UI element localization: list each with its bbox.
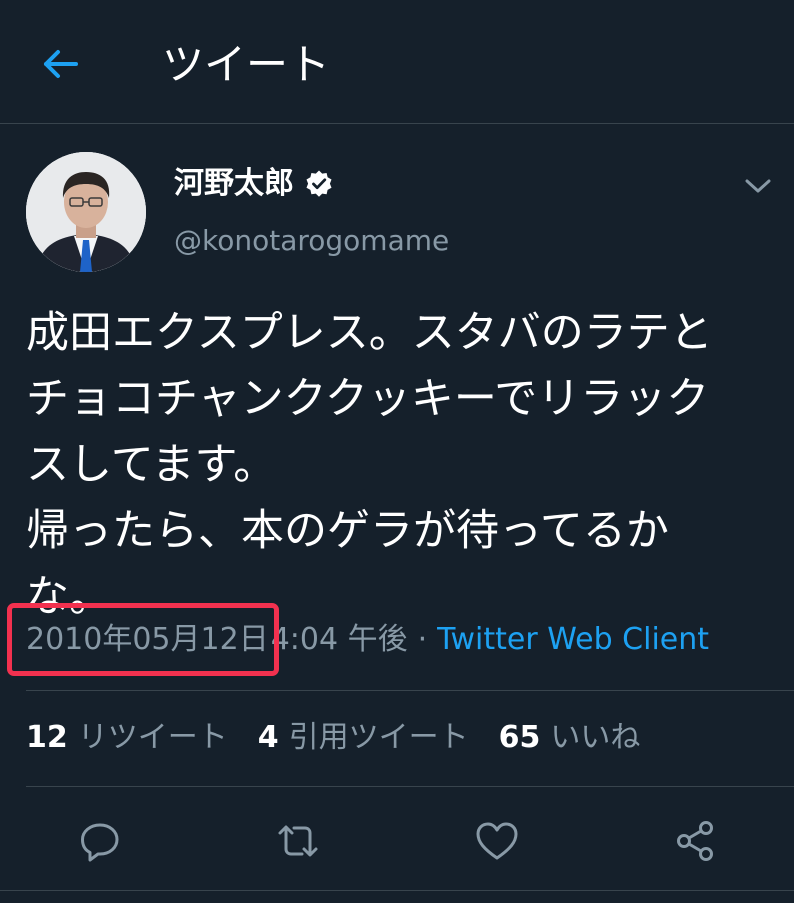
- quotes-label: 引用ツイート: [288, 720, 469, 755]
- avatar[interactable]: [26, 152, 146, 272]
- likes-label: いいね: [550, 720, 641, 755]
- retweet-icon: [278, 825, 318, 857]
- share-button[interactable]: [670, 816, 720, 866]
- retweet-button[interactable]: [273, 816, 323, 866]
- author-handle[interactable]: @konotarogomame: [174, 222, 449, 260]
- tweet-text: 成田エクスプレス。スタバのラテと チョコチャンククッキーでリラック スしてます。…: [26, 308, 713, 622]
- profile-photo: [26, 152, 146, 272]
- arrow-left-icon: [44, 50, 78, 78]
- quotes-stat[interactable]: 4 引用ツイート: [258, 716, 469, 760]
- author-name-row[interactable]: 河野太郎: [174, 164, 334, 204]
- heart-icon: [476, 822, 518, 860]
- quotes-count: 4: [257, 720, 279, 755]
- more-options-button[interactable]: [738, 168, 778, 204]
- date-highlight-annotation: [7, 603, 279, 676]
- share-icon: [677, 821, 713, 861]
- back-button[interactable]: [38, 42, 82, 86]
- divider: [0, 890, 794, 891]
- retweets-count: 12: [26, 720, 68, 755]
- page-title: ツイート: [162, 40, 331, 89]
- tweet-detail-screen: ツイート 河野太郎 @konotarogomame 成田エクスプレス。スタバのラ…: [0, 0, 794, 903]
- tweet-stats: 12 リツイート 4 引用ツイート 65 いいね: [26, 716, 670, 760]
- likes-stat[interactable]: 65 いいね: [499, 716, 641, 760]
- meta-separator: ·: [417, 622, 428, 657]
- tweet-time: 4:04 午後: [270, 622, 408, 657]
- verified-badge-icon: [304, 169, 334, 199]
- likes-count: 65: [498, 720, 541, 755]
- chevron-down-icon: [745, 179, 771, 193]
- retweets-stat[interactable]: 12 リツイート: [26, 716, 228, 760]
- top-bar: ツイート: [0, 0, 794, 124]
- reply-button[interactable]: [75, 816, 125, 866]
- retweets-label: リツイート: [77, 720, 228, 755]
- divider: [26, 786, 794, 787]
- reply-icon: [81, 823, 119, 862]
- action-bar: [0, 808, 794, 874]
- tweet-client-link[interactable]: Twitter Web Client: [437, 618, 709, 662]
- like-button[interactable]: [472, 816, 522, 866]
- author-name: 河野太郎: [174, 166, 294, 201]
- divider: [26, 690, 794, 691]
